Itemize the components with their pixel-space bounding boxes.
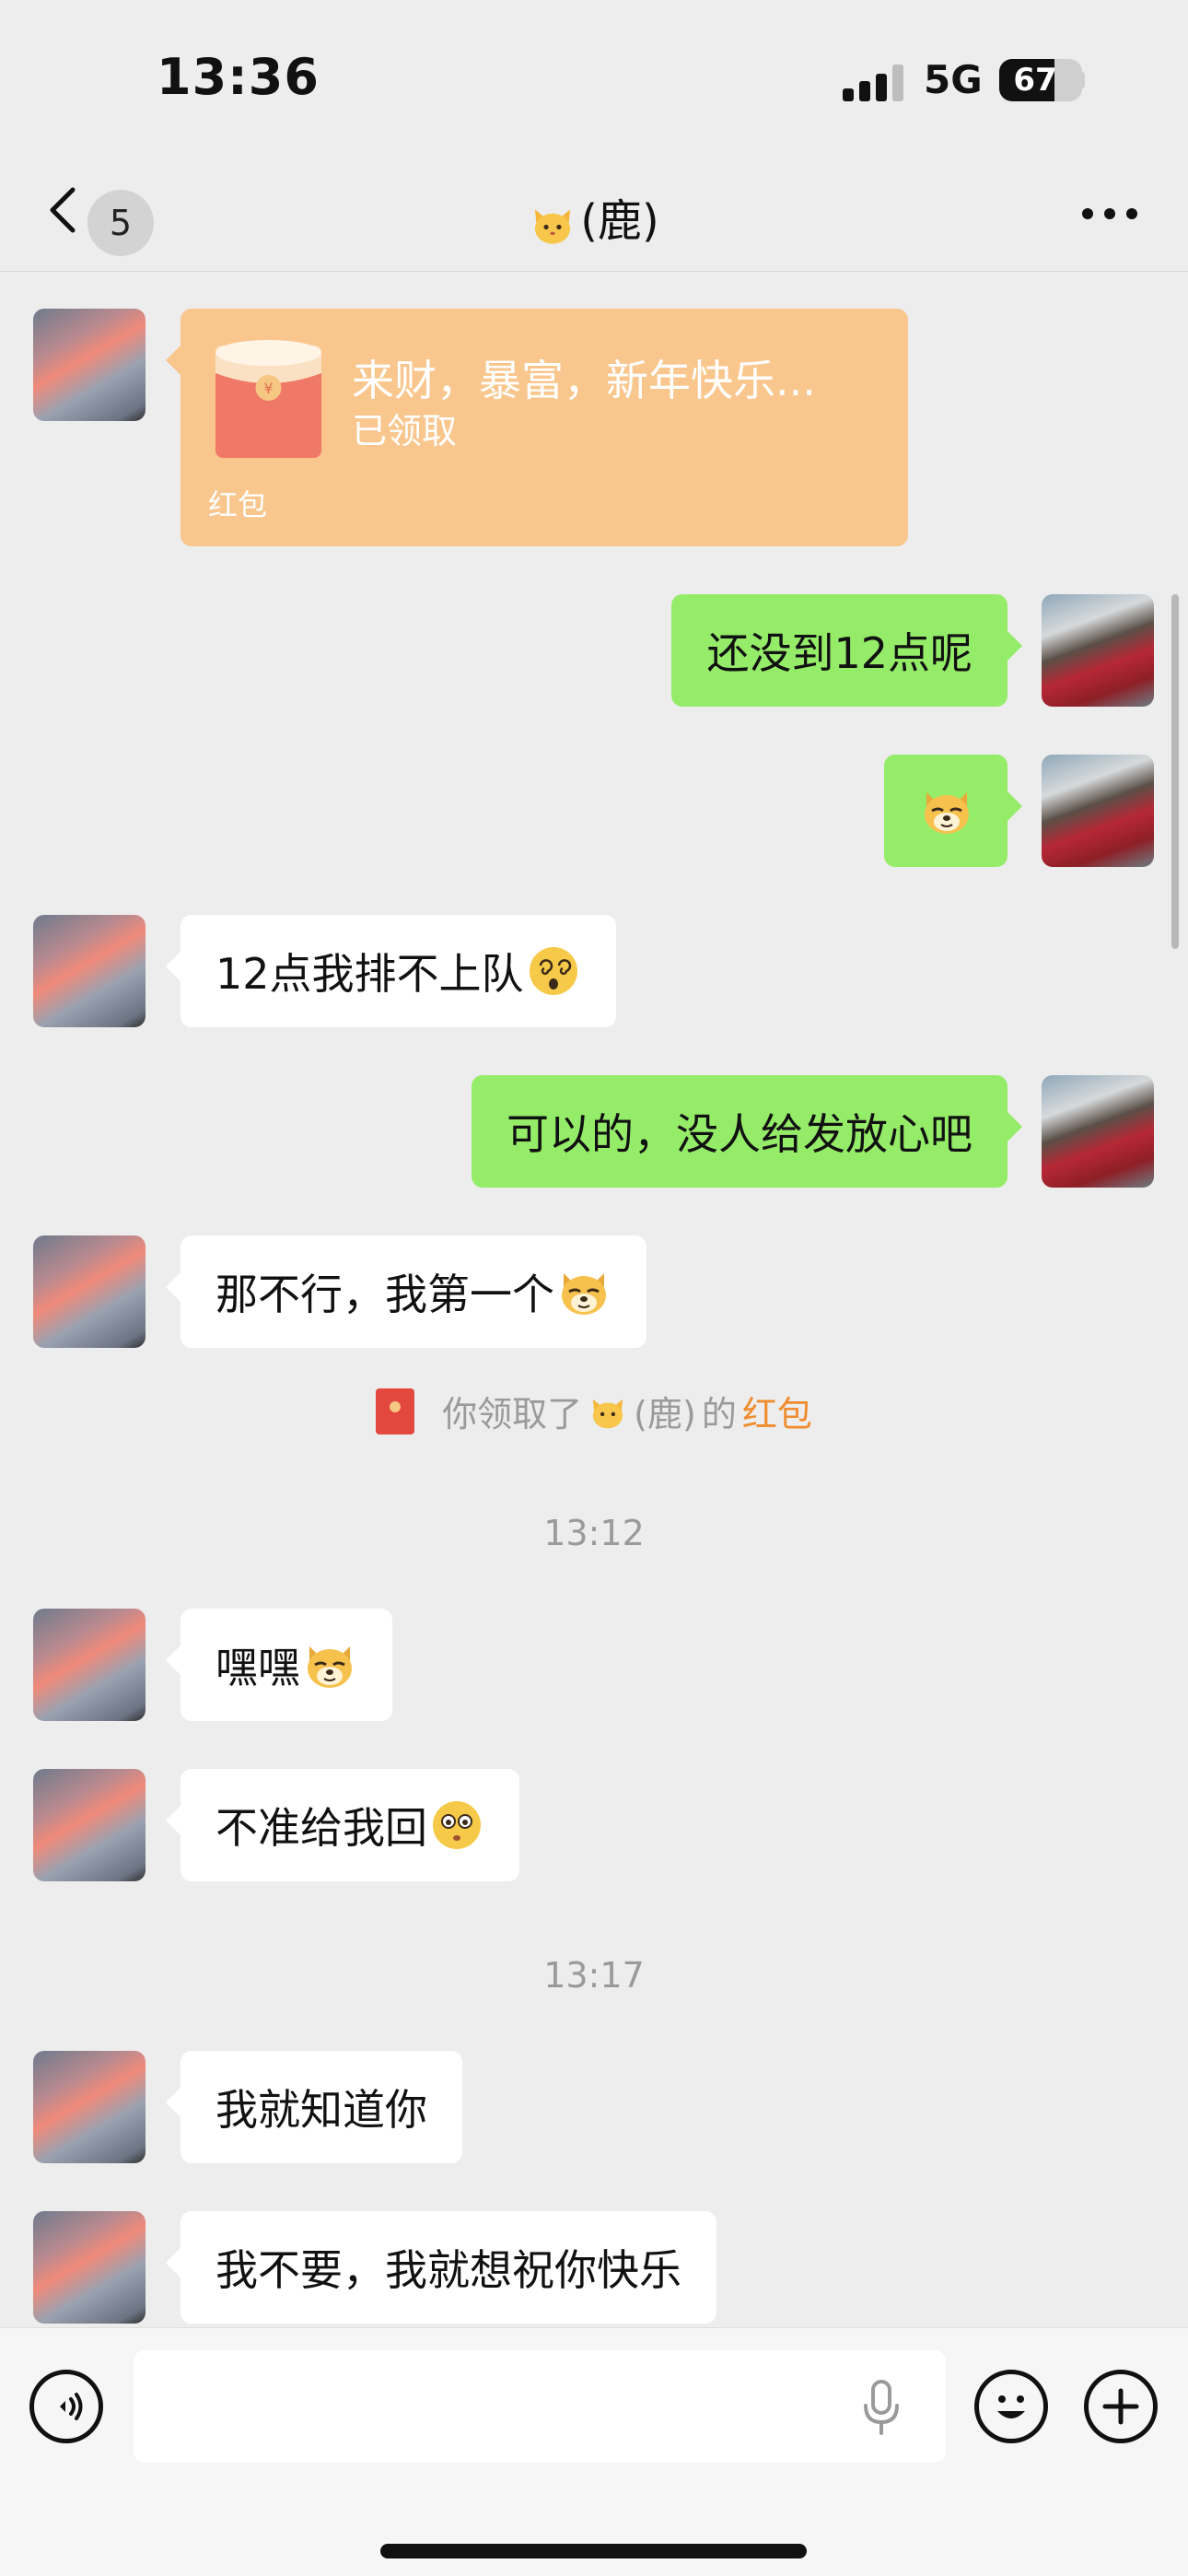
- flushed-face-emoji-icon: [433, 1801, 481, 1849]
- system-notice: 你领取了 (鹿) 的 红包: [0, 1386, 1188, 1436]
- message-bubble-incoming[interactable]: 我不要，我就想祝你快乐: [166, 2211, 716, 2324]
- message-text: 那不行，我第一个: [215, 1270, 554, 1319]
- input-bar: [0, 2327, 1188, 2576]
- friend-avatar[interactable]: [33, 1769, 146, 1881]
- friend-avatar[interactable]: [33, 1609, 146, 1721]
- voice-input-button[interactable]: [29, 2370, 103, 2443]
- message-bubble-incoming[interactable]: 那不行，我第一个: [166, 1235, 646, 1348]
- timestamp: 13:12: [543, 1513, 645, 1553]
- friend-avatar[interactable]: [33, 309, 146, 421]
- my-avatar[interactable]: [1042, 755, 1154, 867]
- chat-title-text: (鹿): [580, 195, 659, 247]
- microphone-icon[interactable]: [861, 2380, 902, 2435]
- chat-header: 5 (鹿): [0, 157, 1188, 272]
- status-time: 13:36: [157, 48, 320, 106]
- doge-emoji-icon: [925, 792, 969, 834]
- more-options-icon[interactable]: [1082, 205, 1137, 223]
- red-packet-status: 已领取: [352, 411, 458, 451]
- message-bubble-incoming[interactable]: 我就知道你: [166, 2051, 462, 2163]
- red-envelope-icon: ¥: [215, 340, 321, 458]
- network-type: 5G: [924, 57, 983, 102]
- chat-title[interactable]: (鹿): [0, 184, 1188, 249]
- red-packet-message[interactable]: ¥ 来财，暴富，新年快乐... 已领取 红包: [166, 309, 908, 546]
- message-text: 不准给我回: [215, 1803, 427, 1853]
- red-packet-title: 来财，暴富，新年快乐...: [352, 356, 816, 405]
- friend-avatar[interactable]: [33, 915, 146, 1027]
- red-envelope-icon: [376, 1388, 415, 1434]
- signal-icon: [843, 64, 907, 101]
- message-text: 12点我排不上队: [215, 949, 524, 999]
- emoji-button[interactable]: [974, 2370, 1048, 2443]
- system-notice-prefix: 你领取了: [442, 1394, 583, 1434]
- dizzy-face-emoji-icon: [529, 947, 577, 995]
- system-notice-name: (鹿): [634, 1394, 696, 1434]
- doge-emoji-icon: [562, 1273, 606, 1315]
- friend-avatar[interactable]: [33, 1235, 146, 1348]
- cat-face-icon: [535, 209, 571, 244]
- friend-avatar[interactable]: [33, 2211, 146, 2324]
- message-bubble-incoming[interactable]: 嘿嘿: [166, 1609, 392, 1721]
- my-avatar[interactable]: [1042, 1075, 1154, 1188]
- system-notice-middle: 的: [701, 1394, 737, 1434]
- status-bar: 13:36 5G 67: [0, 0, 1188, 157]
- message-bubble-incoming[interactable]: 不准给我回: [166, 1769, 519, 1881]
- message-text: 我不要，我就想祝你快乐: [215, 2245, 681, 2295]
- smiley-icon: [997, 2395, 1025, 2418]
- message-input[interactable]: [134, 2350, 946, 2463]
- message-text: 嘿嘿: [215, 1643, 300, 1692]
- message-text: 可以的，没人给发放心吧: [507, 1109, 973, 1159]
- message-bubble-outgoing[interactable]: 还没到12点呢: [671, 594, 1022, 707]
- voice-icon: [60, 2393, 83, 2420]
- timestamp: 13:17: [543, 1955, 645, 1996]
- message-bubble-incoming[interactable]: 12点我排不上队: [166, 915, 616, 1027]
- red-packet-label: 红包: [208, 487, 268, 522]
- add-attachment-button[interactable]: [1084, 2370, 1158, 2443]
- message-bubble-outgoing[interactable]: 可以的，没人给发放心吧: [472, 1075, 1022, 1188]
- scrollbar[interactable]: [1171, 594, 1179, 949]
- message-bubble-outgoing[interactable]: [884, 755, 1022, 867]
- friend-avatar[interactable]: [33, 2051, 146, 2163]
- battery-icon: 67: [999, 59, 1082, 101]
- cat-face-icon: [593, 1399, 623, 1428]
- red-packet-link[interactable]: 红包: [742, 1386, 812, 1436]
- svg-text:¥: ¥: [263, 380, 273, 397]
- message-text: 我就知道你: [215, 2085, 427, 2135]
- battery-percent: 67: [1013, 62, 1057, 99]
- doge-emoji-icon: [308, 1646, 352, 1688]
- plus-icon: [1102, 2388, 1139, 2425]
- battery-tip: [1079, 72, 1085, 88]
- message-text: 还没到12点呢: [706, 628, 973, 678]
- home-indicator[interactable]: [380, 2544, 807, 2558]
- my-avatar[interactable]: [1042, 594, 1154, 707]
